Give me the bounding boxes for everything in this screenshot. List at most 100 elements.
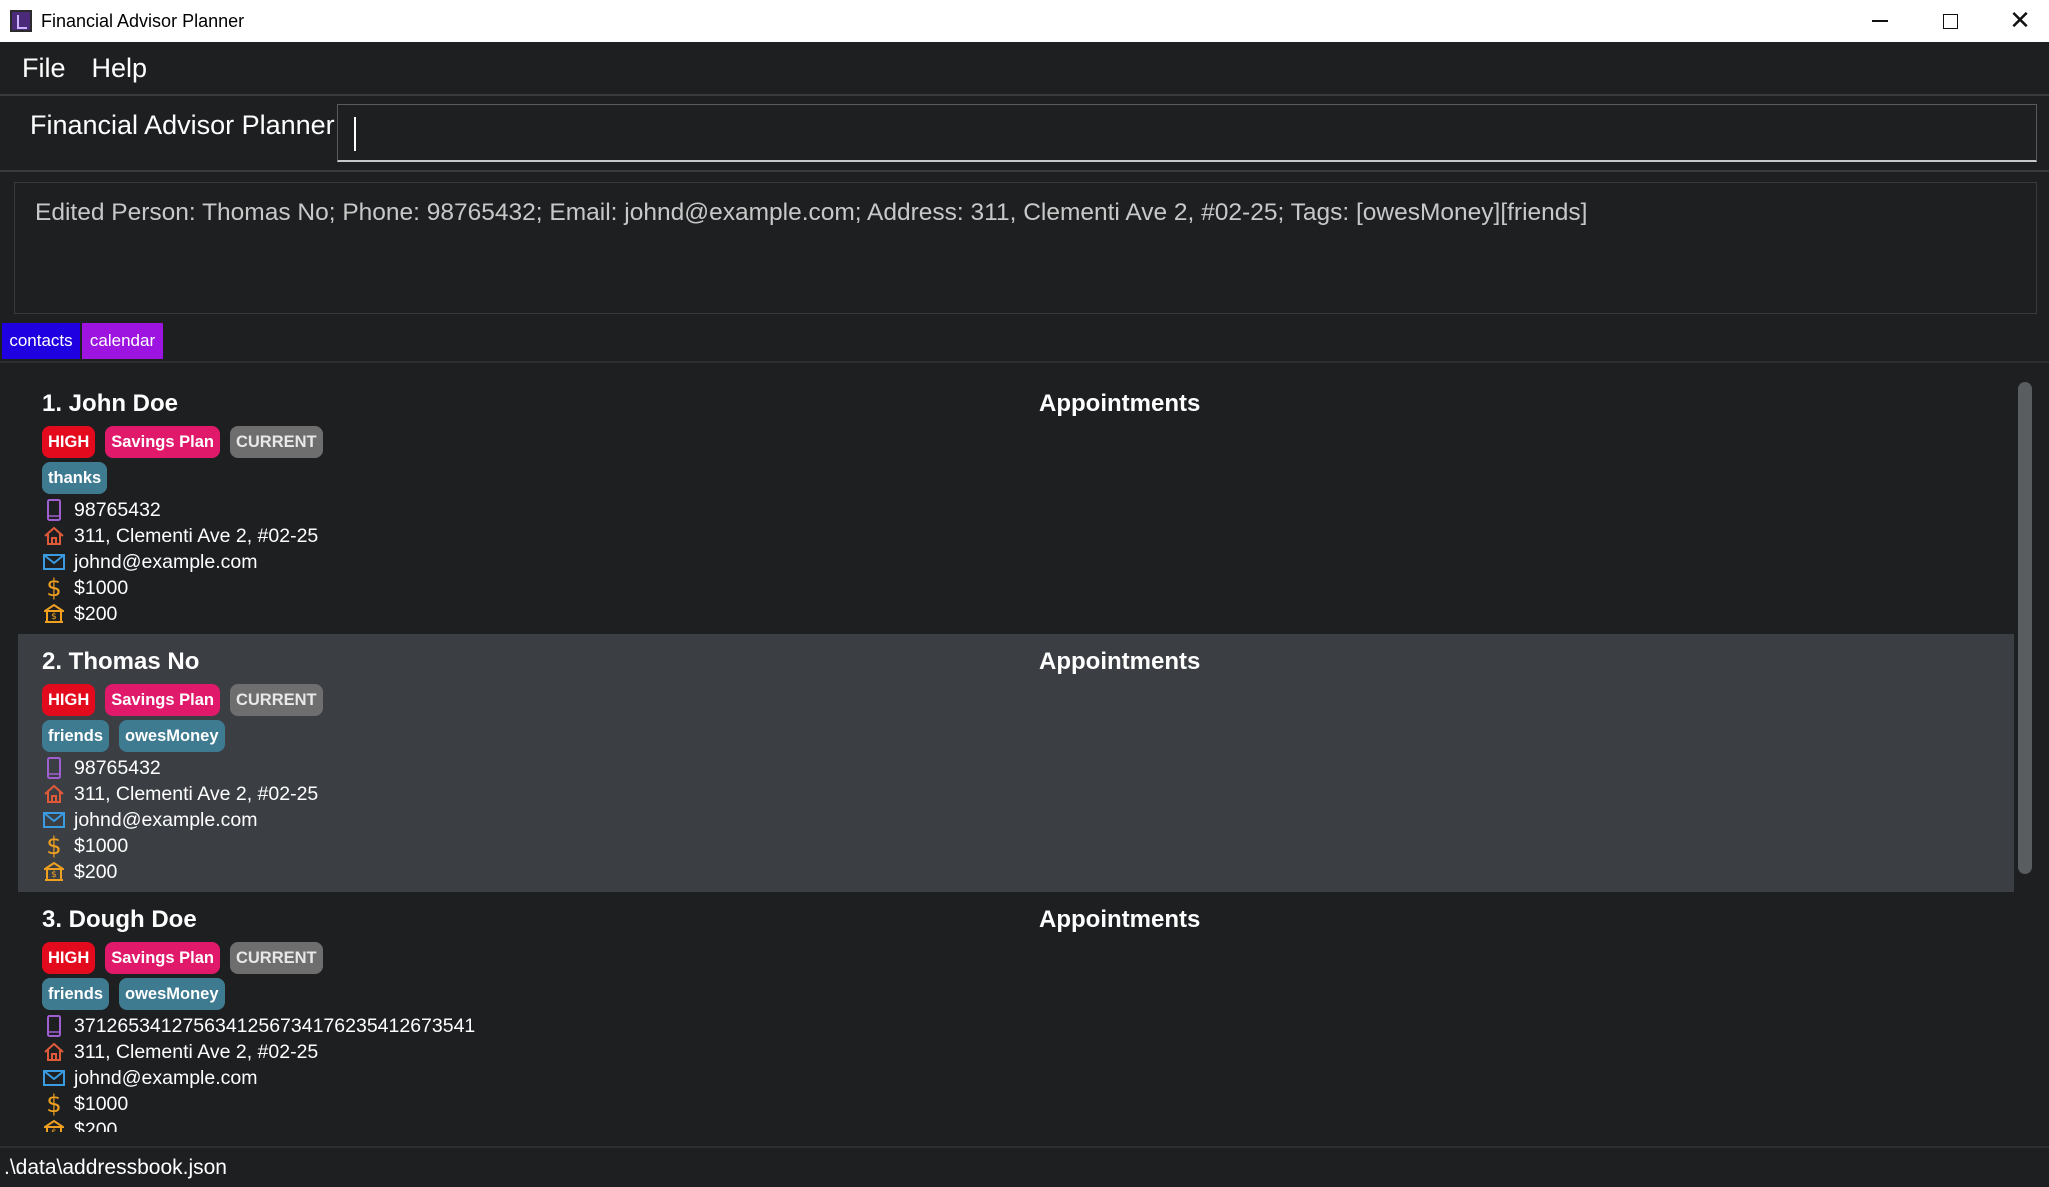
appointments-header: Appointments <box>1039 906 1201 933</box>
income-row: $ $1000 <box>42 574 129 602</box>
badge-row: HIGH Savings Plan CURRENT <box>42 942 323 974</box>
email-row: johnd@example.com <box>42 549 257 575</box>
command-row: Financial Advisor Planner <box>0 96 2049 172</box>
person-card[interactable]: 3. Dough Doe Appointments HIGH Savings P… <box>18 892 2014 1132</box>
status-badge: CURRENT <box>229 684 323 716</box>
svg-text:$: $ <box>51 612 57 622</box>
dollar-icon: $ <box>46 574 62 602</box>
phone-value: 98765432 <box>74 498 161 521</box>
tab-contacts[interactable]: contacts <box>2 323 80 359</box>
tag-badge: owesMoney <box>119 720 225 752</box>
mail-icon <box>42 808 66 832</box>
phone-value: 37126534127563412567341762354126735​41 <box>74 1014 476 1037</box>
phone-value: 98765432 <box>74 756 161 779</box>
close-button[interactable]: ✕ <box>1985 0 2049 42</box>
badge-row: HIGH Savings Plan CURRENT <box>42 426 323 458</box>
phone-row: 37126534127563412567341762354126735​41 <box>42 1013 475 1039</box>
appointments-header: Appointments <box>1039 390 1201 417</box>
address-row: 311, Clementi Ave 2, #02-25 <box>42 781 318 807</box>
risk-badge: HIGH <box>42 684 96 716</box>
svg-text:$: $ <box>51 870 57 880</box>
email-value: johnd@example.com <box>74 808 258 831</box>
close-icon: ✕ <box>2009 6 2031 36</box>
list-scrollbar[interactable] <box>2016 380 2034 1130</box>
person-name: 1. John Doe <box>42 390 179 417</box>
menu-file[interactable]: File <box>10 53 78 84</box>
tag-badge: owesMoney <box>119 978 225 1010</box>
tab-bar: contacts calendar <box>0 323 2049 363</box>
mail-icon <box>42 1066 66 1090</box>
phone-icon <box>42 1014 66 1038</box>
income-value: $1000 <box>74 1092 129 1115</box>
tab-calendar[interactable]: calendar <box>82 323 163 359</box>
tag-row: friends owesMoney <box>42 978 225 1010</box>
status-bar: .\data\addressbook.json <box>0 1146 2049 1187</box>
dollar-icon: $ <box>46 1090 62 1118</box>
email-value: johnd@example.com <box>74 1066 258 1089</box>
minimize-button[interactable] <box>1845 0 1915 42</box>
dollar-icon: $ <box>46 832 62 860</box>
address-row: 311, Clementi Ave 2, #02-25 <box>42 523 318 549</box>
income-row: $ $1000 <box>42 1090 129 1118</box>
person-card[interactable]: 1. John Doe Appointments HIGH Savings Pl… <box>18 376 2014 634</box>
plan-badge: Savings Plan <box>105 684 220 716</box>
phone-icon <box>42 498 66 522</box>
minimize-icon <box>1872 20 1888 22</box>
home-icon <box>42 782 66 806</box>
save-location: .\data\addressbook.json <box>4 1156 227 1179</box>
text-caret <box>354 117 356 151</box>
address-value: 311, Clementi Ave 2, #02-25 <box>74 782 319 805</box>
tag-row: thanks <box>42 462 108 494</box>
tag-badge: friends <box>42 978 110 1010</box>
window-title-bar: Financial Advisor Planner ✕ <box>0 0 2049 42</box>
status-badge: CURRENT <box>229 942 323 974</box>
address-value: 311, Clementi Ave 2, #02-25 <box>74 1040 319 1063</box>
plan-badge: Savings Plan <box>105 942 220 974</box>
phone-icon <box>42 756 66 780</box>
monthly-value: $200 <box>74 860 118 883</box>
status-badge: CURRENT <box>229 426 323 458</box>
monthly-row: $ $200 <box>42 859 117 885</box>
address-value: 311, Clementi Ave 2, #02-25 <box>74 524 319 547</box>
person-card[interactable]: 2. Thomas No Appointments HIGH Savings P… <box>18 634 2014 892</box>
menu-help[interactable]: Help <box>80 53 160 84</box>
maximize-button[interactable] <box>1915 0 1985 42</box>
phone-row: 98765432 <box>42 755 161 781</box>
result-message: Edited Person: Thomas No; Phone: 9876543… <box>35 199 1588 226</box>
address-row: 311, Clementi Ave 2, #02-25 <box>42 1039 318 1065</box>
tag-badge: thanks <box>42 462 108 494</box>
command-label: Financial Advisor Planner <box>30 110 335 140</box>
income-value: $1000 <box>74 834 129 857</box>
scrollbar-thumb[interactable] <box>2018 382 2032 874</box>
appointments-header: Appointments <box>1039 648 1201 675</box>
risk-badge: HIGH <box>42 426 96 458</box>
bank-icon: $ <box>42 1118 66 1132</box>
result-display: Edited Person: Thomas No; Phone: 9876543… <box>14 182 2037 314</box>
svg-text:$: $ <box>51 1128 57 1132</box>
home-icon <box>42 1040 66 1064</box>
menu-bar: File Help <box>0 42 2049 96</box>
badge-row: HIGH Savings Plan CURRENT <box>42 684 323 716</box>
command-input[interactable] <box>337 104 2037 162</box>
app-icon <box>10 10 32 32</box>
monthly-value: $200 <box>74 1118 118 1133</box>
email-value: johnd@example.com <box>74 550 258 573</box>
person-name: 2. Thomas No <box>42 648 200 675</box>
income-row: $ $1000 <box>42 832 129 860</box>
risk-badge: HIGH <box>42 942 96 974</box>
bank-icon: $ <box>42 602 66 626</box>
maximize-icon <box>1942 13 1958 29</box>
email-row: johnd@example.com <box>42 807 257 833</box>
bank-icon: $ <box>42 860 66 884</box>
home-icon <box>42 524 66 548</box>
person-name: 3. Dough Doe <box>42 906 197 933</box>
email-row: johnd@example.com <box>42 1065 257 1091</box>
monthly-value: $200 <box>74 602 118 625</box>
tag-badge: friends <box>42 720 110 752</box>
plan-badge: Savings Plan <box>105 426 220 458</box>
person-list[interactable]: 1. John Doe Appointments HIGH Savings Pl… <box>18 376 2014 1132</box>
monthly-row: $ $200 <box>42 601 117 627</box>
income-value: $1000 <box>74 576 129 599</box>
tag-row: friends owesMoney <box>42 720 225 752</box>
window-title: Financial Advisor Planner <box>41 10 245 31</box>
